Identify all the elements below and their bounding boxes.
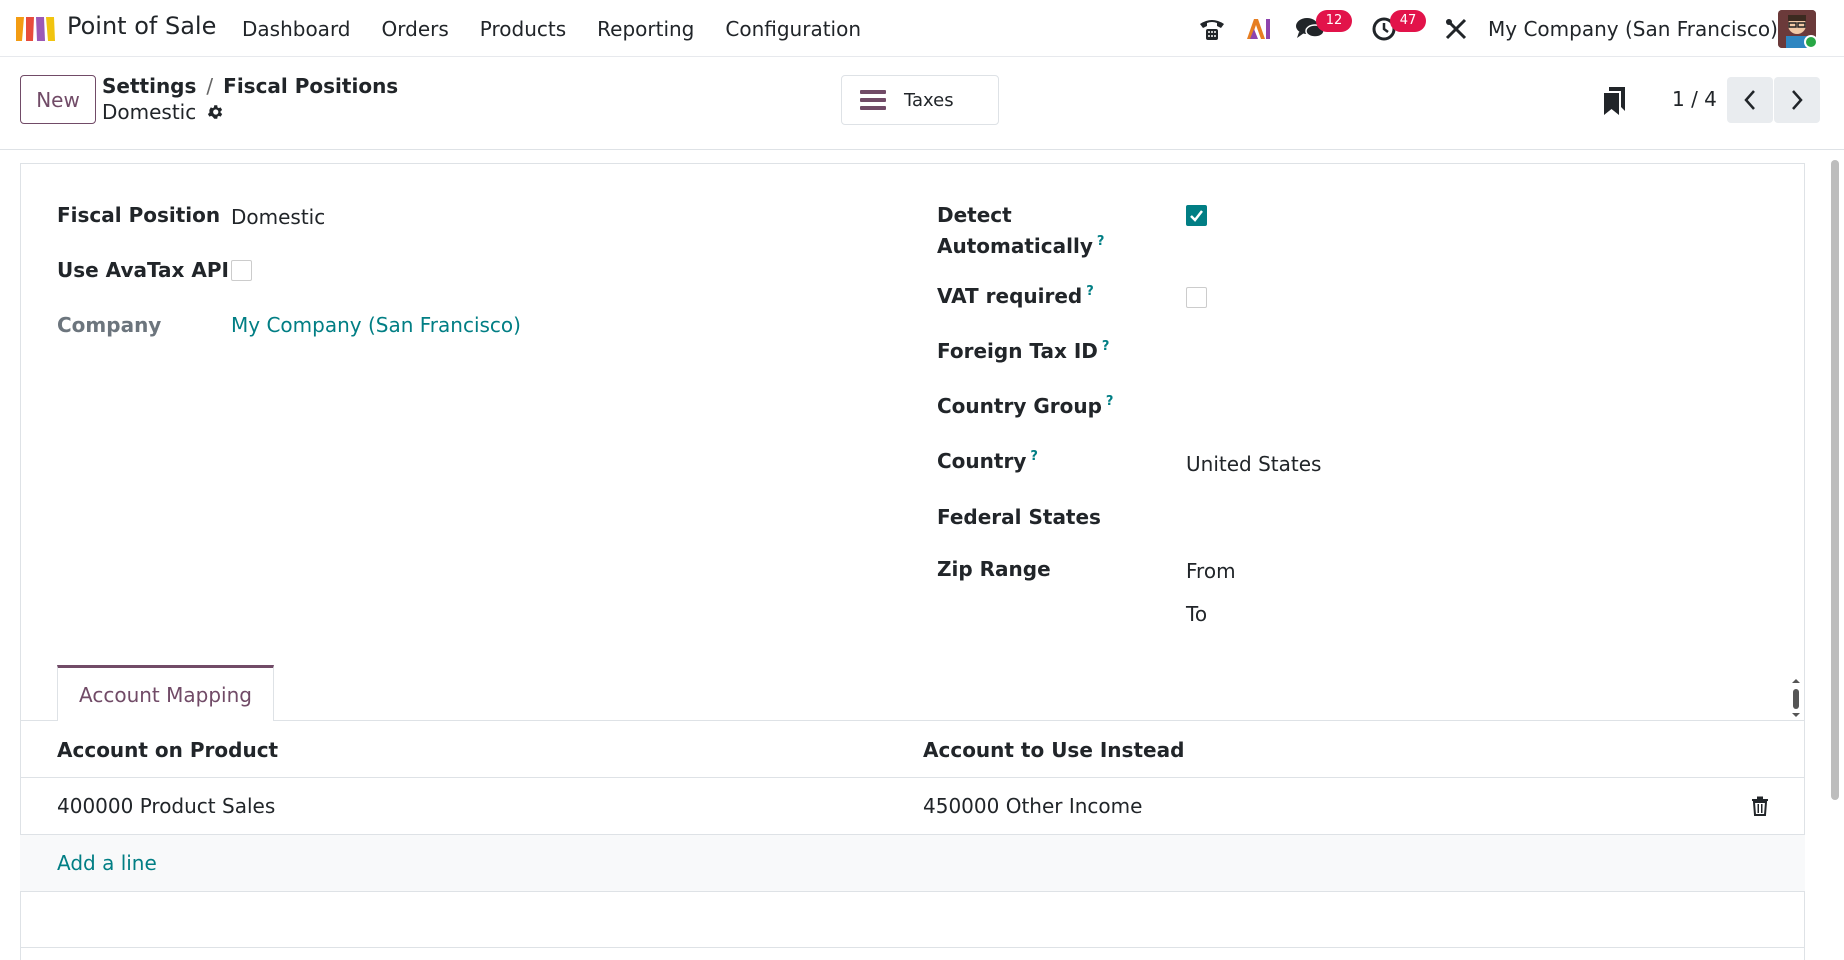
foreign-tax-id-label-text: Foreign Tax ID: [937, 339, 1098, 363]
add-a-line-link[interactable]: Add a line: [57, 851, 157, 875]
page-scrollbar[interactable]: [1831, 160, 1839, 800]
company-switcher[interactable]: My Company (San Francisco): [1488, 17, 1778, 41]
pager-next-button[interactable]: [1774, 77, 1820, 123]
vat-required-checkbox[interactable]: [1186, 287, 1207, 308]
country-group-label-text: Country Group: [937, 394, 1102, 418]
menu-dashboard[interactable]: Dashboard: [242, 17, 351, 41]
zip-from-field[interactable]: From: [1186, 559, 1236, 583]
detect-automatically-label: Automatically?: [937, 234, 1104, 258]
company-label: Company: [57, 313, 162, 337]
point-of-sale-logo-icon[interactable]: [14, 13, 56, 43]
taxes-button-label: Taxes: [904, 89, 954, 111]
company-field[interactable]: My Company (San Francisco): [231, 313, 521, 337]
messages-badge: 12: [1316, 10, 1352, 32]
activities-icon[interactable]: 47: [1366, 0, 1426, 57]
breadcrumb-fiscal-positions[interactable]: Fiscal Positions: [223, 74, 398, 98]
help-tooltip-icon[interactable]: ?: [1030, 449, 1038, 464]
vat-required-label-text: VAT required: [937, 284, 1083, 308]
new-button[interactable]: New: [20, 75, 96, 124]
breadcrumb: Settings / Fiscal Positions: [102, 74, 398, 98]
column-account-to-use-instead[interactable]: Account to Use Instead: [923, 738, 1184, 762]
vat-required-label: VAT required?: [937, 284, 1094, 308]
activities-badge: 47: [1390, 10, 1426, 32]
menu-products[interactable]: Products: [480, 17, 566, 41]
country-label: Country?: [937, 449, 1038, 473]
column-account-on-product[interactable]: Account on Product: [57, 738, 278, 762]
menu-reporting[interactable]: Reporting: [597, 17, 694, 41]
country-group-label: Country Group?: [937, 394, 1113, 418]
online-status-icon: [1804, 35, 1818, 49]
federal-states-label: Federal States: [937, 505, 1101, 529]
detect-automatically-label-line1: Detect: [937, 203, 1012, 227]
table-row[interactable]: 400000 Product Sales 450000 Other Income: [20, 778, 1805, 835]
detect-automatically-label-line2: Automatically: [937, 234, 1093, 258]
menu-configuration[interactable]: Configuration: [725, 17, 861, 41]
menu-orders[interactable]: Orders: [382, 17, 449, 41]
record-name: Domestic: [102, 100, 197, 124]
inner-scrollbar[interactable]: [1790, 678, 1802, 718]
fiscal-position-label: Fiscal Position: [57, 203, 221, 227]
breadcrumb-separator: /: [206, 74, 214, 98]
account-table-header: Account on Product Account to Use Instea…: [20, 721, 1805, 778]
debug-tools-icon[interactable]: [1438, 0, 1474, 57]
phone-icon[interactable]: [1194, 0, 1230, 57]
ai-icon[interactable]: [1244, 0, 1274, 57]
zip-range-label: Zip Range: [937, 557, 1051, 581]
use-avatax-checkbox[interactable]: [231, 260, 252, 281]
pager-value[interactable]: 1 / 4: [1672, 87, 1717, 111]
chevron-right-icon: [1792, 90, 1803, 110]
main-menu: Dashboard Orders Products Reporting Conf…: [242, 17, 892, 41]
fiscal-position-field[interactable]: Domestic: [231, 205, 325, 229]
trash-icon[interactable]: [1751, 796, 1769, 816]
checkmark-icon: [1190, 210, 1203, 222]
account-on-product-cell[interactable]: 400000 Product Sales: [57, 794, 275, 818]
country-label-text: Country: [937, 449, 1027, 473]
help-tooltip-icon[interactable]: ?: [1106, 394, 1114, 409]
breadcrumb-settings[interactable]: Settings: [102, 74, 196, 98]
country-field[interactable]: United States: [1186, 452, 1321, 476]
control-panel: New Settings / Fiscal Positions Domestic T…: [0, 57, 1844, 150]
help-tooltip-icon[interactable]: ?: [1086, 284, 1094, 299]
pager-previous-button[interactable]: [1727, 77, 1773, 123]
detect-automatically-checkbox[interactable]: [1186, 205, 1207, 226]
bookmark-icon[interactable]: [1604, 87, 1626, 115]
taxes-button[interactable]: Taxes: [841, 75, 999, 125]
top-navbar: Point of Sale Dashboard Orders Products …: [0, 0, 1844, 57]
messages-icon[interactable]: 12: [1292, 0, 1352, 57]
chevron-left-icon: [1744, 90, 1755, 110]
gear-icon[interactable]: [206, 103, 224, 121]
help-tooltip-icon[interactable]: ?: [1102, 339, 1110, 354]
tab-account-mapping[interactable]: Account Mapping: [57, 665, 274, 721]
add-line-row: Add a line: [20, 835, 1805, 892]
use-avatax-label: Use AvaTax API: [57, 258, 229, 282]
zip-to-field[interactable]: To: [1186, 602, 1207, 626]
help-tooltip-icon[interactable]: ?: [1097, 234, 1105, 249]
empty-table-row: [20, 892, 1805, 948]
record-title: Domestic: [102, 100, 224, 124]
account-to-use-instead-cell[interactable]: 450000 Other Income: [923, 794, 1142, 818]
foreign-tax-id-label: Foreign Tax ID?: [937, 339, 1109, 363]
hamburger-icon: [860, 90, 886, 110]
app-name[interactable]: Point of Sale: [67, 12, 216, 40]
